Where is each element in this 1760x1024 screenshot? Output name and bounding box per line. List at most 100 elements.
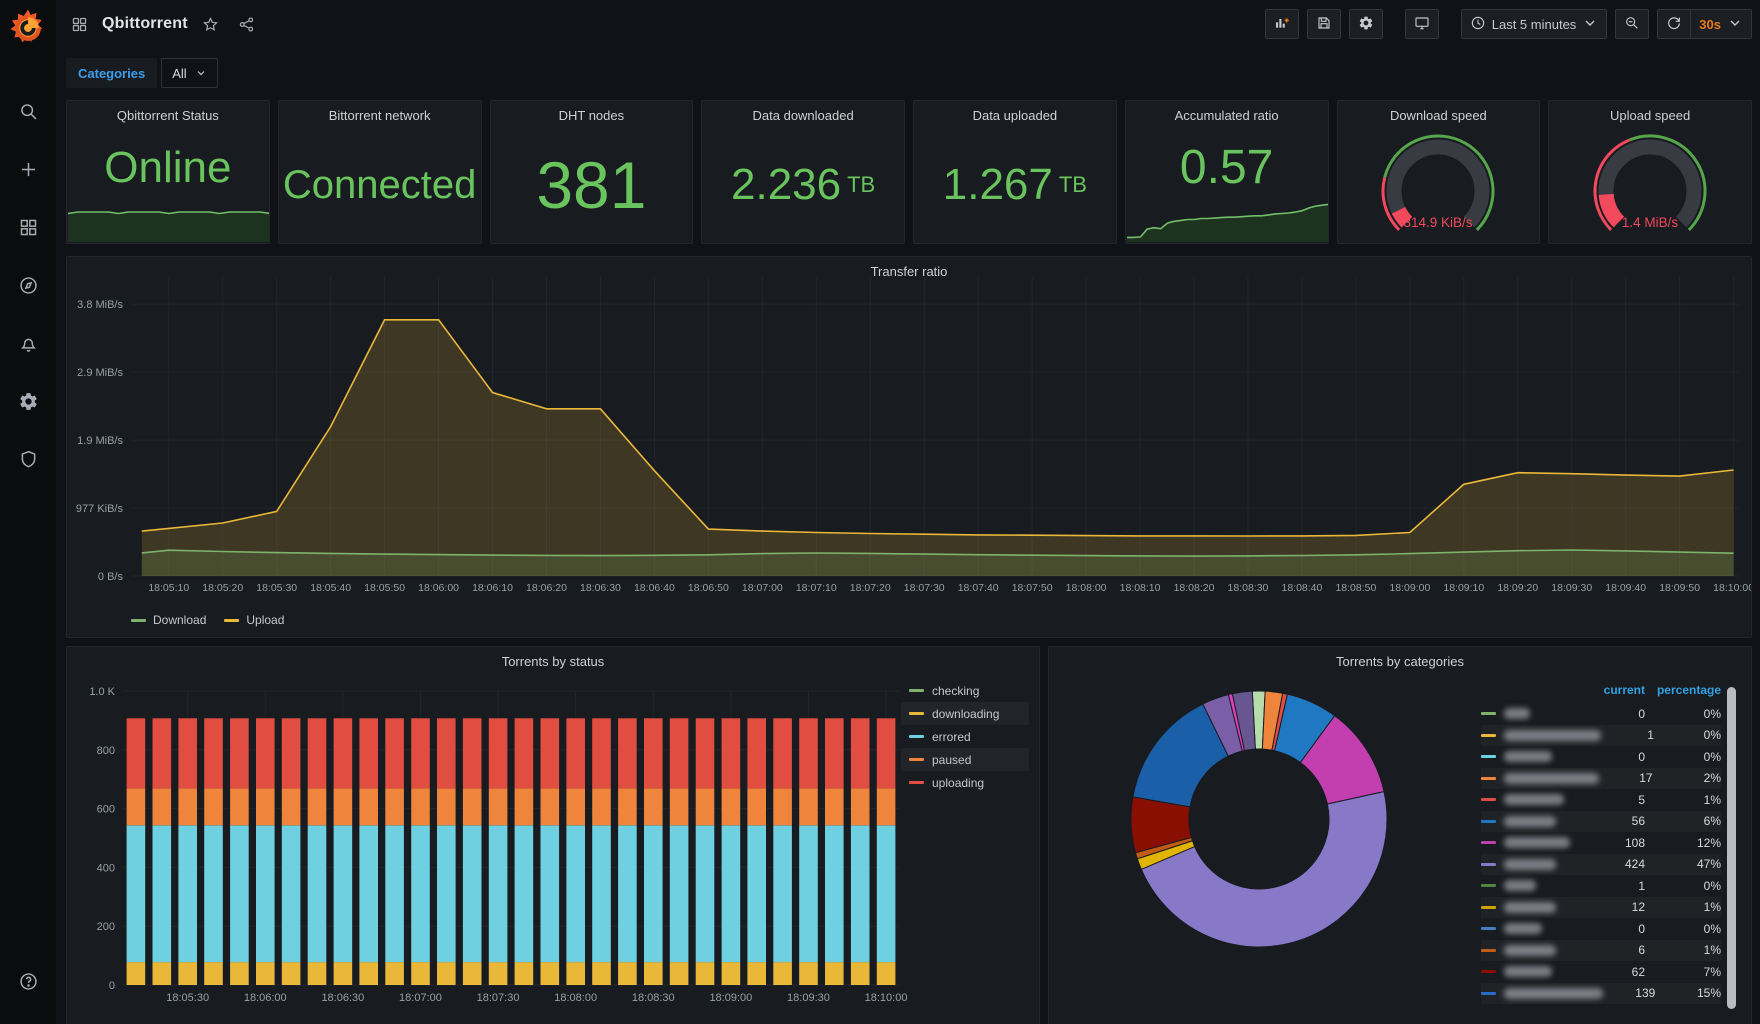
sidebar-item-explore[interactable] [6,270,50,306]
sidebar-item-create[interactable] [6,154,50,190]
cell-current: 0 [1638,749,1645,764]
stat-value: Connected [282,163,477,207]
cell-percentage: 1% [1703,943,1721,958]
sidebar-item-dashboards[interactable] [6,212,50,248]
svg-text:18:07:10: 18:07:10 [796,582,837,594]
table-row[interactable]: 0 0% [1481,918,1721,940]
gauge[interactable]: 1.4 MiB/s [1549,125,1751,243]
cell-percentage: 0% [1703,706,1721,721]
svg-text:18:09:30: 18:09:30 [1551,582,1592,594]
table-row[interactable]: 12 1% [1481,897,1721,919]
table-row[interactable]: 0 0% [1481,703,1721,725]
grafana-logo[interactable] [8,8,48,48]
dashboards-icon [18,217,39,243]
svg-text:600: 600 [97,804,115,816]
svg-text:18:07:20: 18:07:20 [850,582,891,594]
redacted-category-name [1504,837,1570,849]
stat-unit: TB [1058,172,1087,197]
panel-title[interactable]: Upload speed [1549,101,1751,123]
sidebar-item-search[interactable] [6,96,50,132]
legend-color-swatch [1481,733,1496,737]
cell-percentage: 15% [1696,986,1721,1001]
table-row[interactable]: 62 7% [1481,961,1721,983]
gauge-value: 1.4 MiB/s [1622,215,1679,230]
help-icon [18,971,39,997]
stat-panels-row: Qbittorrent Status Online Bittorrent netwo… [66,100,1752,244]
zoom-out-button[interactable] [1615,9,1650,39]
table-row[interactable]: 5 1% [1481,789,1721,811]
panel-title[interactable]: Data uploaded [914,101,1116,123]
stat-value-wrap: 1.267 TB [914,127,1116,243]
panel-title[interactable]: Bittorrent network [279,101,481,123]
panel-title[interactable]: Data downloaded [702,101,904,123]
search-icon [18,101,39,127]
stat-panel-upload-speed: Upload speed 1.4 MiB/s [1548,100,1752,244]
redacted-category-name [1504,815,1556,827]
tv-mode-button[interactable] [1404,9,1439,39]
dashboard-settings-button[interactable] [1348,9,1383,39]
dashboard-grid: Qbittorrent Status Online Bittorrent netwo… [66,100,1752,1024]
variable-categories-select[interactable]: All [161,58,218,88]
sidebar-item-alerting[interactable] [6,328,50,364]
panel-title[interactable]: Accumulated ratio [1126,101,1328,123]
sidebar-nav [0,96,56,480]
torrents-by-categories-donut[interactable] [1049,647,1469,1016]
add-panel-button[interactable] [1264,9,1299,39]
table-row[interactable]: 17 2% [1481,768,1721,790]
svg-text:18:06:20: 18:06:20 [526,582,567,594]
refresh-button[interactable]: 30s [1657,9,1752,39]
cell-percentage: 0% [1703,878,1721,893]
star-icon[interactable] [198,11,224,37]
svg-text:18:05:20: 18:05:20 [202,582,243,594]
legend-color-swatch [1481,970,1496,974]
table-row[interactable]: 108 12% [1481,832,1721,854]
svg-text:18:05:10: 18:05:10 [148,582,189,594]
transfer-ratio-chart[interactable]: 0 B/s 977 KiB/s 1.9 MiB/s 2.9 MiB/s 3.8 MiB/… [67,257,1751,637]
svg-text:1.0 K: 1.0 K [89,686,115,698]
share-icon[interactable] [234,11,260,37]
plus-icon [18,159,39,185]
svg-text:18:05:30: 18:05:30 [256,582,297,594]
panel-title[interactable]: Download speed [1338,101,1540,123]
sidebar-item-configuration[interactable] [6,386,50,422]
svg-text:18:07:00: 18:07:00 [742,582,783,594]
legend-color-swatch [1481,884,1496,888]
cell-current: 1 [1647,728,1654,743]
save-dashboard-button[interactable] [1306,9,1341,39]
cell-percentage: 7% [1703,964,1721,979]
column-header-current[interactable]: current [1579,683,1645,703]
svg-text:18:09:20: 18:09:20 [1497,582,1538,594]
table-scrollbar[interactable] [1727,687,1736,1009]
cell-current: 5 [1638,792,1645,807]
column-header-percentage[interactable]: percentage [1645,683,1721,703]
redacted-category-name [1504,858,1556,870]
table-row[interactable]: 6 1% [1481,940,1721,962]
table-row[interactable]: 1 0% [1481,725,1721,747]
cell-current: 1 [1638,878,1645,893]
gauge[interactable]: 314.9 KiB/s [1338,125,1540,243]
svg-text:18:06:40: 18:06:40 [634,582,675,594]
table-row[interactable]: 1 0% [1481,875,1721,897]
table-row[interactable]: 56 6% [1481,811,1721,833]
panel-title[interactable]: Qbittorrent Status [67,101,269,123]
cell-current: 17 [1639,771,1653,786]
table-row[interactable]: 139 15% [1481,983,1721,1005]
stat-value: 2.236 [731,160,842,209]
svg-text:18:09:50: 18:09:50 [1659,582,1700,594]
table-row[interactable]: 424 47% [1481,854,1721,876]
redacted-category-name [1504,944,1556,956]
sidebar-item-help[interactable] [6,966,50,1002]
panel-title[interactable]: DHT nodes [491,101,693,123]
sidebar-item-server-admin[interactable] [6,444,50,480]
time-range-picker[interactable]: Last 5 minutes [1460,9,1608,39]
cell-current: 6 [1638,943,1645,958]
torrents-by-status-chart[interactable]: 0 200 400 600 800 1.0 K 18:05:30 18:06:00 18:06:… [67,647,1039,1015]
variable-categories-label[interactable]: Categories [66,58,158,88]
stat-panel-qbittorrent-status: Qbittorrent Status Online [66,100,270,244]
gear-icon [1358,15,1374,34]
refresh-icon [1666,15,1682,34]
table-row[interactable]: 0 0% [1481,746,1721,768]
redacted-category-name [1504,729,1602,741]
svg-text:18:05:30: 18:05:30 [166,992,209,1004]
tv-icon [1414,15,1430,34]
